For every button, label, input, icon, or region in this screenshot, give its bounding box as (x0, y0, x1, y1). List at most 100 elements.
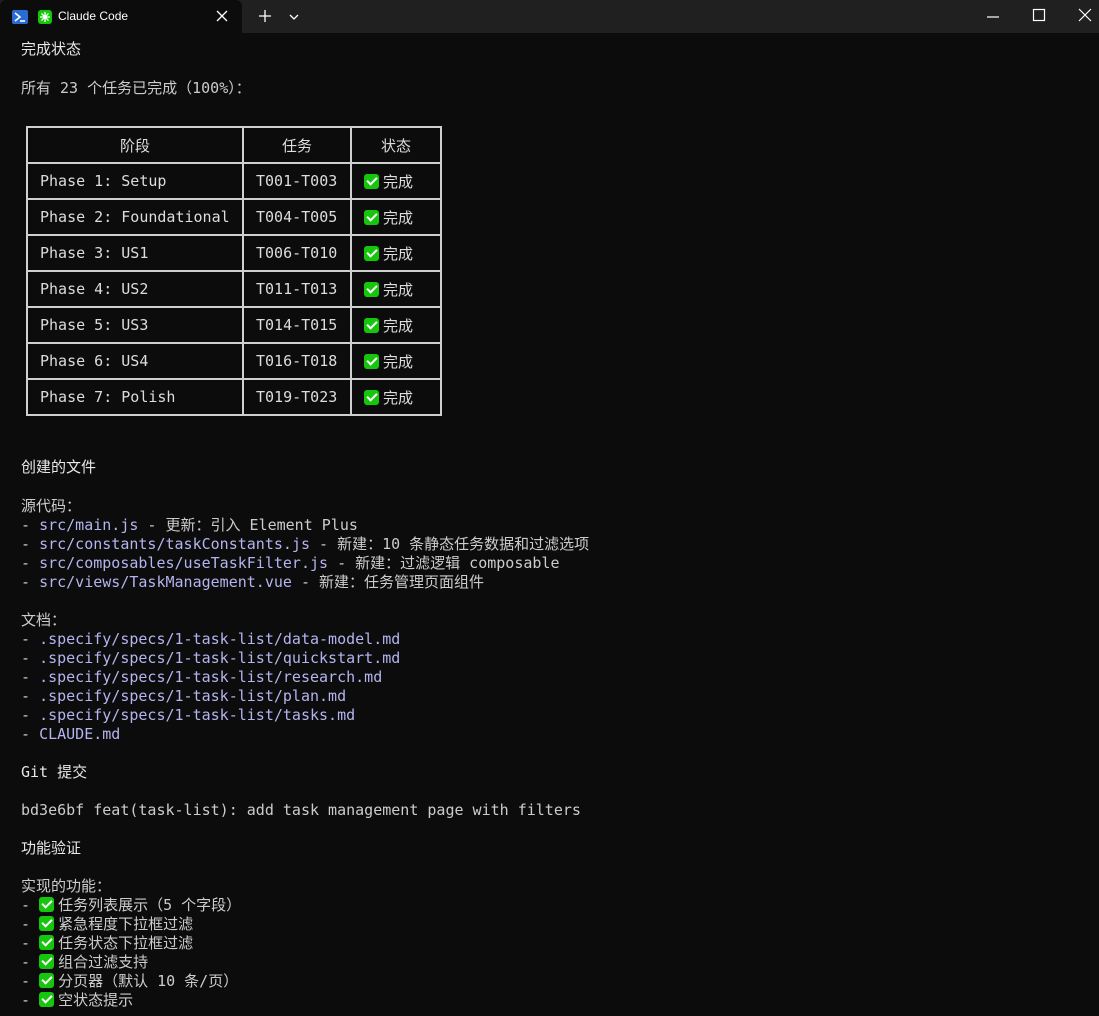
maximize-icon[interactable] (1032, 8, 1046, 22)
status-cell: 完成 (350, 270, 442, 308)
feature-text: 空状态提示 (58, 991, 134, 1009)
column-header-tasks: 任务 (242, 126, 352, 164)
doc-link[interactable]: .specify/specs/1-task-list/plan.md (39, 687, 346, 705)
features-heading: 功能验证 (21, 839, 82, 857)
list-item: - .specify/specs/1-task-list/research.md (21, 668, 383, 686)
status-text: 完成 (383, 172, 414, 191)
status-text: 完成 (383, 388, 414, 407)
git-heading: Git 提交 (21, 763, 88, 781)
list-item: - .specify/specs/1-task-list/data-model.… (21, 630, 401, 648)
check-icon (39, 992, 55, 1007)
status-cell: 完成 (350, 378, 442, 416)
feature-text: 分页器（默认 10 条/页） (58, 972, 239, 990)
doc-link[interactable]: .specify/specs/1-task-list/quickstart.md (39, 649, 400, 667)
phase-cell: Phase 1: Setup (26, 162, 244, 200)
list-item: - 空状态提示 (21, 991, 134, 1009)
check-icon (364, 281, 379, 297)
check-icon (364, 209, 379, 225)
minimize-icon[interactable] (986, 10, 1000, 24)
status-summary: 所有 23 个任务已完成（100%）： (21, 79, 251, 97)
check-icon (39, 916, 55, 931)
file-link[interactable]: src/views/TaskManagement.vue (39, 573, 292, 591)
new-tab-icon[interactable] (258, 9, 272, 23)
status-cell: 完成 (350, 234, 442, 272)
list-item: - .specify/specs/1-task-list/quickstart.… (21, 649, 401, 667)
check-icon (364, 389, 379, 405)
file-link[interactable]: src/main.js (39, 516, 138, 534)
status-text: 完成 (383, 208, 414, 227)
file-desc: - 新建：任务管理页面组件 (291, 573, 485, 591)
close-tab-icon[interactable] (216, 10, 228, 22)
feature-text: 任务列表展示（5 个字段） (58, 896, 242, 914)
list-item: - CLAUDE.md (21, 725, 121, 743)
table-row: Phase 4: US2 T011-T013 完成 (26, 270, 442, 308)
status-text: 完成 (383, 244, 414, 263)
list-item: - src/composables/useTaskFilter.js - 新建：… (21, 554, 560, 572)
tasks-cell: T016-T018 (242, 342, 352, 380)
table-row: Phase 3: US1 T006-T010 完成 (26, 234, 442, 272)
table-row: Phase 7: Polish T019-T023 完成 (26, 378, 442, 416)
claude-app-icon (38, 10, 52, 24)
status-text: 完成 (383, 352, 414, 371)
file-link[interactable]: src/composables/useTaskFilter.js (39, 554, 328, 572)
feature-text: 紧急程度下拉框过滤 (58, 915, 194, 933)
list-item: - src/main.js - 更新：引入 Element Plus (21, 516, 358, 534)
check-icon (39, 954, 55, 969)
list-item: - 紧急程度下拉框过滤 (21, 915, 194, 933)
doc-link[interactable]: .specify/specs/1-task-list/tasks.md (39, 706, 355, 724)
status-text: 完成 (383, 316, 414, 335)
tasks-cell: T001-T003 (242, 162, 352, 200)
powershell-icon (12, 10, 28, 24)
tasks-cell: T014-T015 (242, 306, 352, 344)
table-row: Phase 1: Setup T001-T003 完成 (26, 162, 442, 200)
file-desc: - 新建：过滤逻辑 composable (328, 554, 560, 572)
check-icon (364, 245, 379, 261)
file-desc: - 更新：引入 Element Plus (138, 516, 358, 534)
doc-link[interactable]: CLAUDE.md (39, 725, 120, 743)
tab-title: Claude Code (58, 9, 129, 23)
status-cell: 完成 (350, 306, 442, 344)
title-bar: Claude Code (0, 0, 1099, 33)
table-row: Phase 5: US3 T014-T015 完成 (26, 306, 442, 344)
phase-cell: Phase 6: US4 (26, 342, 244, 380)
source-label: 源代码： (21, 497, 82, 515)
table-header-row: 阶段 任务 状态 (26, 126, 442, 164)
table-row: Phase 6: US4 T016-T018 完成 (26, 342, 442, 380)
docs-label: 文档： (21, 611, 67, 629)
list-item: - 任务列表展示（5 个字段） (21, 896, 242, 914)
chevron-down-icon[interactable] (288, 11, 300, 23)
list-item: - .specify/specs/1-task-list/tasks.md (21, 706, 356, 724)
tasks-cell: T006-T010 (242, 234, 352, 272)
tasks-cell: T011-T013 (242, 270, 352, 308)
phase-cell: Phase 3: US1 (26, 234, 244, 272)
column-header-phase: 阶段 (26, 126, 244, 164)
features-label: 实现的功能： (21, 877, 112, 895)
status-cell: 完成 (350, 342, 442, 380)
list-item: - 分页器（默认 10 条/页） (21, 972, 239, 990)
close-window-icon[interactable] (1078, 8, 1092, 22)
status-heading: 完成状态 (21, 40, 82, 58)
list-item: - src/constants/taskConstants.js - 新建：10… (21, 535, 590, 553)
check-icon (364, 173, 379, 189)
doc-link[interactable]: .specify/specs/1-task-list/data-model.md (39, 630, 400, 648)
status-text: 完成 (383, 280, 414, 299)
tab-claude-code[interactable]: Claude Code (0, 0, 242, 33)
phase-cell: Phase 4: US2 (26, 270, 244, 308)
git-commit: bd3e6bf feat(task-list): add task manage… (21, 801, 581, 819)
check-icon (39, 897, 55, 912)
doc-link[interactable]: .specify/specs/1-task-list/research.md (39, 668, 382, 686)
phase-cell: Phase 2: Foundational (26, 198, 244, 236)
files-heading: 创建的文件 (21, 458, 97, 476)
check-icon (39, 935, 55, 950)
list-item: - .specify/specs/1-task-list/plan.md (21, 687, 347, 705)
phase-cell: Phase 5: US3 (26, 306, 244, 344)
tasks-cell: T019-T023 (242, 378, 352, 416)
feature-text: 任务状态下拉框过滤 (58, 934, 194, 952)
list-item: - 任务状态下拉框过滤 (21, 934, 194, 952)
list-item: - src/views/TaskManagement.vue - 新建：任务管理… (21, 573, 485, 591)
file-link[interactable]: src/constants/taskConstants.js (39, 535, 310, 553)
check-icon (39, 973, 55, 988)
feature-text: 组合过滤支持 (58, 953, 149, 971)
phase-cell: Phase 7: Polish (26, 378, 244, 416)
status-cell: 完成 (350, 198, 442, 236)
